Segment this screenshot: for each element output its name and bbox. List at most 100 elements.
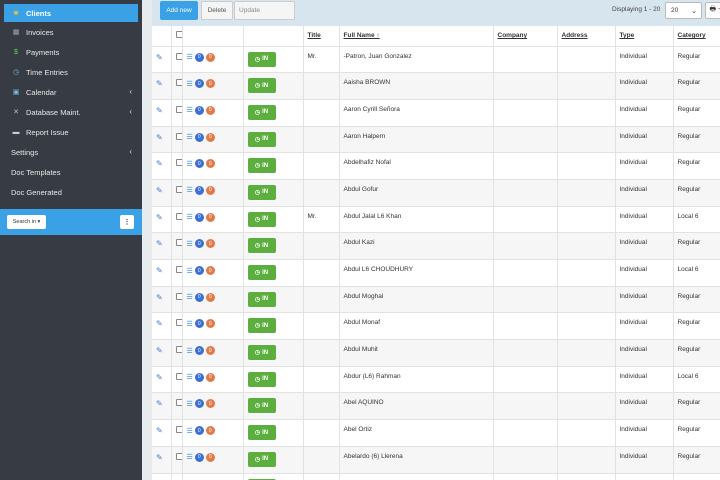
print-button[interactable]: 🖶 -	[705, 2, 720, 19]
select-all-checkbox[interactable]	[175, 31, 181, 39]
count-badge-blue[interactable]: 0	[194, 346, 204, 356]
count-badge-blue[interactable]: 0	[194, 132, 204, 142]
row-checkbox[interactable]	[175, 426, 181, 434]
row-checkbox[interactable]	[175, 52, 181, 60]
row-checkbox[interactable]	[175, 239, 181, 247]
page-size-select[interactable]: 20 ⌄	[665, 2, 702, 19]
pencil-icon[interactable]: ✎	[156, 186, 163, 195]
sidebar-item-calendar[interactable]: ▣ Calendar ‹	[0, 82, 142, 102]
count-badge-blue[interactable]: 0	[194, 52, 204, 62]
list-icon[interactable]: ☰	[187, 240, 193, 248]
count-badge-orange[interactable]: 0	[205, 105, 215, 115]
pencil-icon[interactable]: ✎	[156, 373, 163, 382]
sidebar-item-payments[interactable]: $ Payments	[0, 42, 142, 62]
list-icon[interactable]: ☰	[187, 160, 193, 168]
count-badge-orange[interactable]: 0	[205, 399, 215, 409]
col-full-name[interactable]: Full Name ↑	[339, 26, 494, 47]
list-icon[interactable]: ☰	[187, 347, 193, 355]
count-badge-orange[interactable]: 0	[205, 452, 215, 462]
row-checkbox[interactable]	[175, 79, 181, 87]
row-checkbox[interactable]	[175, 319, 181, 327]
table-row[interactable]: ✎ ☰ 0 0 ◷ IN Mr. Abdul Jalal L6 Khan Individual L…	[152, 206, 720, 234]
pencil-icon[interactable]: ✎	[156, 159, 163, 168]
list-icon[interactable]: ☰	[187, 320, 193, 328]
row-checkbox[interactable]	[175, 185, 181, 193]
row-checkbox[interactable]	[175, 159, 181, 167]
sidebar-item-invoices[interactable]: ▦ Invoices	[0, 22, 142, 42]
count-badge-blue[interactable]: 0	[194, 185, 204, 195]
pencil-icon[interactable]: ✎	[156, 133, 163, 142]
list-icon[interactable]: ☰	[187, 400, 193, 408]
count-badge-blue[interactable]: 0	[194, 452, 204, 462]
pencil-icon[interactable]: ✎	[156, 453, 163, 462]
row-checkbox[interactable]	[175, 132, 181, 140]
pencil-icon[interactable]: ✎	[156, 293, 163, 302]
clock-in-button[interactable]: ◷IN	[247, 451, 276, 467]
count-badge-blue[interactable]: 0	[194, 319, 204, 329]
clock-in-button[interactable]: ◷IN	[247, 211, 276, 227]
clock-in-button[interactable]: ◷IN	[247, 78, 276, 94]
count-badge-orange[interactable]: 0	[205, 239, 215, 249]
pencil-icon[interactable]: ✎	[156, 213, 163, 222]
delete-button[interactable]: Delete	[201, 1, 233, 20]
add-new-button[interactable]: Add new	[160, 1, 198, 20]
pencil-icon[interactable]: ✎	[156, 399, 163, 408]
pencil-icon[interactable]: ✎	[156, 239, 163, 248]
col-type[interactable]: Type	[615, 26, 674, 47]
table-row[interactable]: ✎ ☰ 0 0 ◷ IN Abel AQUINO Individual Regular	[152, 392, 720, 421]
clock-in-button[interactable]: ◷IN	[247, 158, 276, 174]
pencil-icon[interactable]: ✎	[156, 53, 163, 62]
count-badge-orange[interactable]: 0	[205, 159, 215, 169]
table-row[interactable]: ✎ ☰ 0 0 ◷ IN Abel Ortiz Individual Regular	[152, 419, 720, 447]
sidebar-item-settings[interactable]: Settings ‹	[0, 142, 142, 162]
pencil-icon[interactable]: ✎	[156, 106, 163, 115]
pencil-icon[interactable]: ✎	[156, 346, 163, 355]
count-badge-blue[interactable]: 0	[194, 159, 204, 169]
count-badge-orange[interactable]: 0	[205, 319, 215, 329]
count-badge-orange[interactable]: 0	[205, 212, 215, 222]
count-badge-orange[interactable]: 0	[205, 292, 215, 302]
count-badge-blue[interactable]: 0	[194, 79, 204, 89]
count-badge-orange[interactable]: 0	[205, 185, 215, 195]
count-badge-orange[interactable]: 0	[205, 372, 215, 382]
table-row[interactable]: ✎ ☰ 0 0 ◷ IN Abdul Gofur Individual Regular	[152, 179, 720, 207]
table-row[interactable]: ✎ ☰00◷IN	[152, 473, 720, 480]
clock-in-button[interactable]: ◷IN	[247, 425, 276, 441]
list-icon[interactable]: ☰	[187, 427, 193, 435]
count-badge-orange[interactable]: 0	[205, 266, 215, 275]
sidebar-item-clients[interactable]: ★ Clients	[4, 4, 138, 22]
count-badge-blue[interactable]: 0	[194, 105, 204, 115]
search-in-button[interactable]: Search in ▾	[7, 215, 46, 229]
row-checkbox[interactable]	[175, 399, 181, 407]
pencil-icon[interactable]: ✎	[156, 319, 163, 328]
pencil-icon[interactable]: ✎	[156, 79, 163, 88]
list-icon[interactable]: ☰	[187, 453, 193, 461]
clock-in-button[interactable]: ◷IN	[247, 184, 276, 200]
count-badge-blue[interactable]: 0	[194, 426, 204, 436]
table-row[interactable]: ✎ ☰ 0 0 ◷ IN Abdur (L6) Rahman Individual Local …	[152, 366, 720, 394]
list-icon[interactable]: ☰	[187, 106, 193, 114]
table-row[interactable]: ✎ ☰ 0 0 ◷ IN Mr. -Patron, Juan Gonzalez Individu…	[152, 46, 720, 74]
list-icon[interactable]: ☰	[187, 186, 193, 194]
count-badge-blue[interactable]: 0	[194, 399, 204, 409]
count-badge-blue[interactable]: 0	[194, 212, 204, 222]
table-row[interactable]: ✎ ☰ 0 0 ◷ IN Aaron Halpern Individual Regular	[152, 126, 720, 154]
list-icon[interactable]: ☰	[187, 373, 193, 381]
clock-in-button[interactable]: ◷IN	[247, 345, 276, 361]
clock-in-button[interactable]: ◷IN	[247, 131, 276, 147]
update-button[interactable]: Update	[234, 1, 295, 20]
count-badge-blue[interactable]: 0	[194, 239, 204, 249]
list-icon[interactable]: ☰	[187, 80, 193, 88]
pencil-icon[interactable]: ✎	[156, 426, 163, 435]
clock-in-button[interactable]: ◷IN	[247, 51, 276, 67]
row-checkbox[interactable]	[175, 266, 181, 273]
table-row[interactable]: ✎ ☰ 0 0 ◷ IN Abdul Monaf Individual Regular	[152, 312, 720, 341]
row-checkbox[interactable]	[175, 292, 181, 300]
sidebar-item-time-entries[interactable]: ◷ Time Entries	[0, 62, 142, 82]
sidebar-item-report-issue[interactable]: ▬ Report Issue	[0, 122, 142, 142]
table-row[interactable]: ✎ ☰ 0 0 ◷ IN Aaron Cyrill Señora Individual Regu…	[152, 99, 720, 127]
table-row[interactable]: ✎ ☰ 0 0 ◷ IN Abdul Moghal Individual Regular	[152, 286, 720, 314]
count-badge-blue[interactable]: 0	[194, 292, 204, 302]
table-row[interactable]: ✎ ☰ 0 0 ◷ IN Abdul Kazi Individual Regular	[152, 232, 720, 260]
count-badge-blue[interactable]: 0	[194, 266, 204, 275]
